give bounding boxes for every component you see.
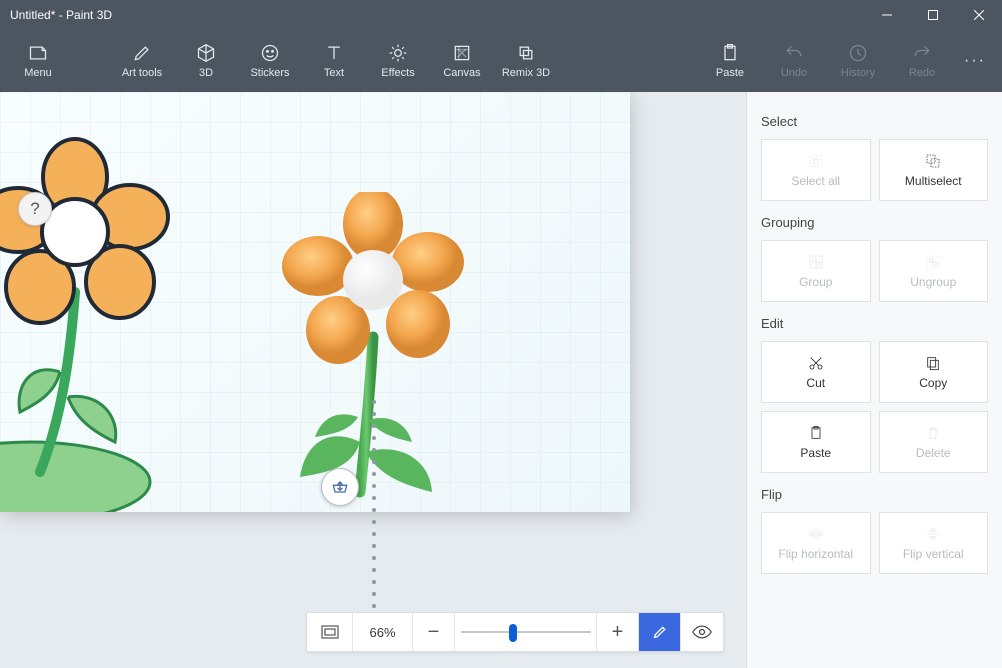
flip-vertical-label: Flip vertical (903, 547, 964, 561)
group-button[interactable]: Group (761, 240, 871, 302)
select-section-label: Select (761, 114, 988, 129)
workspace: ? 66% − + (0, 92, 1002, 668)
remix-3d-label: Remix 3D (502, 67, 550, 79)
history-button[interactable]: History (826, 33, 890, 89)
art-tools-label: Art tools (122, 67, 162, 79)
edit-mode-button[interactable] (639, 613, 681, 651)
grouping-section-label: Grouping (761, 215, 988, 230)
stickers-label: Stickers (250, 67, 289, 79)
window-title: Untitled* - Paint 3D (0, 8, 864, 22)
select-all-label: Select all (791, 174, 840, 188)
copy-label: Copy (919, 376, 947, 390)
multiselect-button[interactable]: Multiselect (879, 139, 989, 201)
cut-label: Cut (806, 376, 825, 390)
paste-label: Paste (716, 67, 744, 79)
zoom-bar: 66% − + (306, 612, 724, 652)
redo-label: Redo (909, 67, 935, 79)
z-depth-handle[interactable] (321, 468, 359, 506)
flip-vertical-button[interactable]: Flip vertical (879, 512, 989, 574)
zoom-slider[interactable] (455, 613, 597, 651)
art-tools-button[interactable]: Art tools (110, 33, 174, 89)
zoom-slider-thumb[interactable] (509, 624, 517, 642)
paste-panel-label: Paste (800, 446, 831, 460)
flip-horizontal-label: Flip horizontal (778, 547, 853, 561)
zoom-out-button[interactable]: − (413, 613, 455, 651)
paste-button[interactable]: Paste (698, 33, 762, 89)
redo-button[interactable]: Redo (890, 33, 954, 89)
undo-label: Undo (781, 67, 807, 79)
depth-guide-dots (372, 392, 376, 616)
paste-panel-button[interactable]: Paste (761, 411, 871, 473)
flip-section-label: Flip (761, 487, 988, 502)
zoom-percent[interactable]: 66% (353, 613, 413, 651)
view-mode-button[interactable] (681, 613, 723, 651)
history-label: History (841, 67, 875, 79)
main-toolbar: Menu Art tools 3D Stickers Text Effects … (0, 30, 1002, 92)
close-button[interactable] (956, 0, 1002, 30)
copy-button[interactable]: Copy (879, 341, 989, 403)
more-button[interactable]: ··· (954, 33, 996, 89)
menu-label: Menu (24, 67, 52, 79)
zoom-in-button[interactable]: + (597, 613, 639, 651)
flower-2d (0, 132, 200, 512)
3d-label: 3D (199, 67, 213, 79)
3d-button[interactable]: 3D (174, 33, 238, 89)
group-label: Group (799, 275, 832, 289)
effects-button[interactable]: Effects (366, 33, 430, 89)
minimize-button[interactable] (864, 0, 910, 30)
canvas-label: Canvas (443, 67, 480, 79)
side-panel: Select Select all Multiselect Grouping G… (746, 92, 1002, 668)
titlebar: Untitled* - Paint 3D (0, 0, 1002, 30)
multiselect-label: Multiselect (905, 174, 962, 188)
edit-section-label: Edit (761, 316, 988, 331)
undo-button[interactable]: Undo (762, 33, 826, 89)
fit-to-screen-button[interactable] (307, 613, 353, 651)
text-button[interactable]: Text (302, 33, 366, 89)
help-label: ? (30, 199, 39, 219)
delete-label: Delete (916, 446, 951, 460)
effects-label: Effects (381, 67, 414, 79)
stickers-button[interactable]: Stickers (238, 33, 302, 89)
canvas-area[interactable]: ? 66% − + (0, 92, 746, 668)
canvas-button[interactable]: Canvas (430, 33, 494, 89)
delete-button[interactable]: Delete (879, 411, 989, 473)
ungroup-button[interactable]: Ungroup (879, 240, 989, 302)
ungroup-label: Ungroup (910, 275, 956, 289)
select-all-button[interactable]: Select all (761, 139, 871, 201)
help-button[interactable]: ? (18, 192, 52, 226)
cut-button[interactable]: Cut (761, 341, 871, 403)
flower-3d[interactable] (260, 192, 500, 512)
flip-horizontal-button[interactable]: Flip horizontal (761, 512, 871, 574)
text-label: Text (324, 67, 344, 79)
menu-button[interactable]: Menu (6, 33, 70, 89)
remix-3d-button[interactable]: Remix 3D (494, 33, 558, 89)
maximize-button[interactable] (910, 0, 956, 30)
